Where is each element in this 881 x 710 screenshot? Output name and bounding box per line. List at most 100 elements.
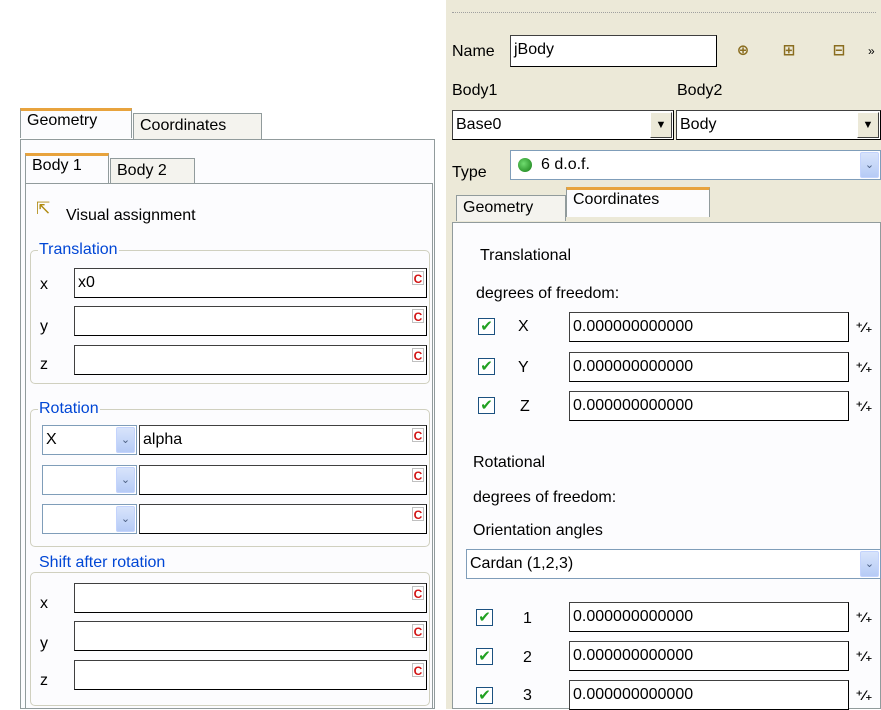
type-label: Type <box>452 164 487 181</box>
field-value: 0.000000000000 <box>573 397 694 414</box>
dof-z-label: Z <box>520 398 530 415</box>
shift-title: Shift after rotation <box>38 554 167 572</box>
tab-label: Geometry <box>463 199 534 216</box>
visual-assignment-icon[interactable]: ⇱ <box>36 199 56 221</box>
rotation-title: Rotation <box>38 400 100 418</box>
toolbar-overflow-icon[interactable]: » <box>868 44 875 58</box>
dof-x-input[interactable]: 0.000000000000 <box>569 312 849 342</box>
c-icon[interactable]: C <box>412 428 424 443</box>
translation-x-label: x <box>40 276 48 293</box>
rot-2-checkbox[interactable]: ✔ <box>476 648 493 665</box>
dof-icon <box>518 158 532 172</box>
dof-x-label: X <box>518 318 529 335</box>
tab-geometry-right[interactable]: Geometry <box>456 195 566 221</box>
dof-y-checkbox[interactable]: ✔ <box>478 358 495 375</box>
orientation-label: Orientation angles <box>473 522 603 539</box>
rot-3-input[interactable]: 0.000000000000 <box>569 680 849 710</box>
type-select[interactable]: 6 d.o.f. ⌄ <box>510 150 881 180</box>
dof-z-checkbox[interactable]: ✔ <box>478 397 495 414</box>
rotation-axis-select-3[interactable]: ⌄ <box>42 504 137 534</box>
body1-select[interactable]: Base0 ▼ <box>452 110 674 140</box>
field-value: 0.000000000000 <box>573 647 694 664</box>
tab-label: Coordinates <box>140 117 227 134</box>
body2-select[interactable]: Body ▼ <box>676 110 881 140</box>
translation-y-label: y <box>40 318 48 335</box>
rot-1-input[interactable]: 0.000000000000 <box>569 602 849 632</box>
tab-body1[interactable]: Body 1 <box>25 153 109 183</box>
shift-x-label: x <box>40 595 48 612</box>
visual-assignment-label[interactable]: Visual assignment <box>66 205 196 227</box>
field-value: 6 d.o.f. <box>541 156 590 173</box>
tab-coordinates-left[interactable]: Coordinates <box>133 113 262 139</box>
c-icon[interactable]: C <box>412 586 424 601</box>
orientation-select[interactable]: Cardan (1,2,3) ⌄ <box>466 549 881 579</box>
c-icon[interactable]: C <box>412 271 424 286</box>
translation-x-input[interactable]: x0 C <box>74 268 427 298</box>
dof-y-label: Y <box>518 359 529 376</box>
field-value: Cardan (1,2,3) <box>470 555 574 572</box>
spin-icon[interactable]: ⁺⁄₊ <box>853 643 875 669</box>
rot-1-checkbox[interactable]: ✔ <box>476 609 493 626</box>
remove-icon[interactable]: ⊟ <box>826 40 852 64</box>
translational-subheading: degrees of freedom: <box>476 285 620 302</box>
shift-y-label: y <box>40 635 48 652</box>
add-body-icon[interactable]: ⊕ <box>730 40 756 64</box>
tab-coordinates-right[interactable]: Coordinates <box>566 187 710 217</box>
tab-body2[interactable]: Body 2 <box>110 158 195 184</box>
chevron-down-icon[interactable]: ⌄ <box>860 551 879 577</box>
c-icon[interactable]: C <box>412 468 424 483</box>
translation-z-input[interactable]: C <box>74 345 427 375</box>
spin-icon[interactable]: ⁺⁄₊ <box>853 604 875 630</box>
translation-title: Translation <box>38 241 119 259</box>
c-icon[interactable]: C <box>412 348 424 363</box>
tab-label: Geometry <box>27 112 98 129</box>
rot-3-label: 3 <box>523 687 532 704</box>
name-label: Name <box>452 43 495 60</box>
spin-icon[interactable]: ⁺⁄₊ <box>853 314 875 340</box>
rot-2-input[interactable]: 0.000000000000 <box>569 641 849 671</box>
spin-icon[interactable]: ⁺⁄₊ <box>853 682 875 708</box>
rotation-angle-input-1[interactable]: alpha C <box>139 425 427 455</box>
rotation-axis-select-2[interactable]: ⌄ <box>42 465 137 495</box>
c-icon[interactable]: C <box>412 663 424 678</box>
translation-z-label: z <box>40 356 48 373</box>
dof-z-input[interactable]: 0.000000000000 <box>569 391 849 421</box>
name-input[interactable]: jBody <box>510 35 717 67</box>
c-icon[interactable]: C <box>412 507 424 522</box>
rot-3-checkbox[interactable]: ✔ <box>476 687 493 704</box>
field-value: alpha <box>143 431 183 448</box>
translation-y-input[interactable]: C <box>74 306 427 336</box>
c-icon[interactable]: C <box>412 309 424 324</box>
field-value: X <box>46 431 57 448</box>
toolbar-grip <box>452 12 876 13</box>
field-value: Body <box>680 116 717 133</box>
field-value: Base0 <box>456 116 502 133</box>
tab-geometry-left[interactable]: Geometry <box>20 108 132 138</box>
shift-y-input[interactable]: C <box>74 621 427 651</box>
chevron-down-icon[interactable]: ⌄ <box>116 506 135 532</box>
shift-z-label: z <box>40 672 48 689</box>
body2-label: Body2 <box>677 82 723 99</box>
chevron-down-icon[interactable]: ⌄ <box>860 152 879 178</box>
spin-icon[interactable]: ⁺⁄₊ <box>853 393 875 419</box>
rotation-angle-input-2[interactable]: C <box>139 465 427 495</box>
field-value: 0.000000000000 <box>573 686 694 703</box>
rotation-angle-input-3[interactable]: C <box>139 504 427 534</box>
dropdown-arrow-icon[interactable]: ▼ <box>857 112 879 138</box>
spin-icon[interactable]: ⁺⁄₊ <box>853 354 875 380</box>
c-icon[interactable]: C <box>412 624 424 639</box>
field-value: x0 <box>78 274 95 291</box>
field-value: 0.000000000000 <box>573 608 694 625</box>
dropdown-arrow-icon[interactable]: ▼ <box>650 112 672 138</box>
add-joint-icon[interactable]: ⊞ <box>776 40 802 64</box>
field-value: 0.000000000000 <box>573 318 694 335</box>
chevron-down-icon[interactable]: ⌄ <box>116 467 135 493</box>
rotation-axis-select-1[interactable]: X ⌄ <box>42 425 137 455</box>
dof-x-checkbox[interactable]: ✔ <box>478 318 495 335</box>
shift-x-input[interactable]: C <box>74 583 427 613</box>
shift-z-input[interactable]: C <box>74 660 427 690</box>
dof-y-input[interactable]: 0.000000000000 <box>569 352 849 382</box>
chevron-down-icon[interactable]: ⌄ <box>116 427 135 453</box>
rotational-heading: Rotational <box>473 454 546 471</box>
field-value: 0.000000000000 <box>573 358 694 375</box>
